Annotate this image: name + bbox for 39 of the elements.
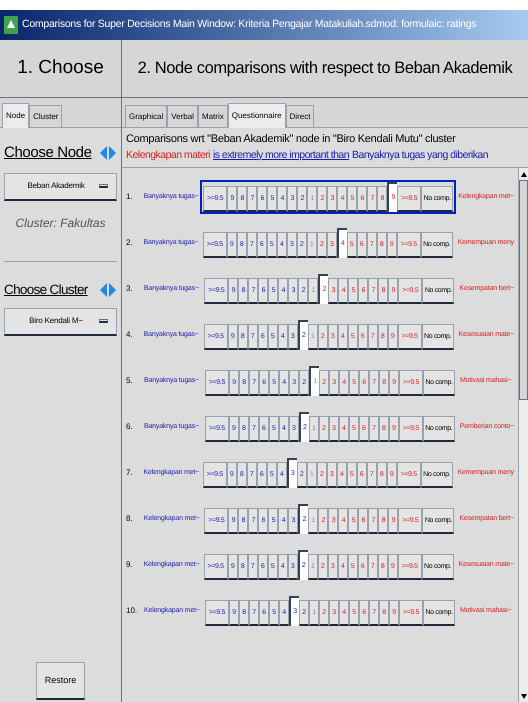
cluster-dropdown[interactable]: Biro Kendali M~ bbox=[4, 308, 117, 336]
node-dropdown[interactable]: Beban Akademik bbox=[4, 172, 117, 200]
row-number: 6. bbox=[126, 421, 134, 434]
scroll-up-icon[interactable] bbox=[520, 172, 526, 177]
tab[interactable]: Questionnaire bbox=[228, 103, 286, 128]
verbal-object: Banyaknya tugas yang diberikan bbox=[352, 148, 488, 162]
row-number: 7. bbox=[126, 467, 134, 480]
row-number: 2. bbox=[126, 237, 134, 250]
row-number: 5. bbox=[126, 375, 134, 388]
tab[interactable]: Direct bbox=[286, 105, 314, 127]
relation-link[interactable]: is extremely more important than bbox=[212, 148, 350, 164]
choose-node-label: Choose Node bbox=[4, 143, 92, 163]
tab[interactable]: Matrix bbox=[198, 105, 228, 127]
left-right-arrows-icon[interactable] bbox=[99, 145, 117, 162]
panel-heading: 1. Choose bbox=[17, 56, 104, 80]
tab[interactable]: Verbal bbox=[167, 105, 198, 127]
dropdown-indicator-icon[interactable] bbox=[99, 184, 108, 188]
left-right-arrows-icon[interactable] bbox=[99, 282, 117, 298]
app-icon bbox=[4, 16, 18, 34]
tab[interactable]: Node bbox=[2, 103, 30, 128]
choose-cluster-label: Choose Cluster bbox=[4, 280, 88, 298]
verbal-subject: Kelengkapan materi bbox=[126, 148, 210, 162]
panel-heading: 2. Node comparisons with respect to Beban Akademik bbox=[138, 58, 512, 80]
tab[interactable]: Graphical bbox=[125, 105, 168, 127]
dropdown-indicator-icon[interactable] bbox=[99, 319, 108, 324]
restore-button[interactable]: Restore bbox=[36, 662, 86, 700]
scrollbar[interactable] bbox=[518, 168, 528, 702]
tab[interactable]: Cluster bbox=[29, 105, 62, 127]
row-number: 8. bbox=[126, 513, 134, 526]
row-number: 10. bbox=[126, 605, 138, 618]
window-title: Comparisons for Super Decisions Main Window: Kriteria Pengajar Matakuliah.sdmod: formulaic: ratings bbox=[22, 17, 476, 32]
scroll-thumb[interactable] bbox=[519, 180, 528, 400]
row-number: 4. bbox=[126, 329, 134, 342]
row-number: 9. bbox=[126, 559, 134, 572]
scroll-down-icon[interactable] bbox=[520, 694, 526, 698]
cluster-label: Cluster: Fakultas bbox=[15, 214, 106, 232]
row-number: 3. bbox=[126, 283, 134, 296]
comparison-context: Comparisons wrt "Beban Akademik" node in "Biro Kendali Mutu" cluster bbox=[126, 132, 457, 147]
row-number: 1. bbox=[126, 191, 134, 204]
